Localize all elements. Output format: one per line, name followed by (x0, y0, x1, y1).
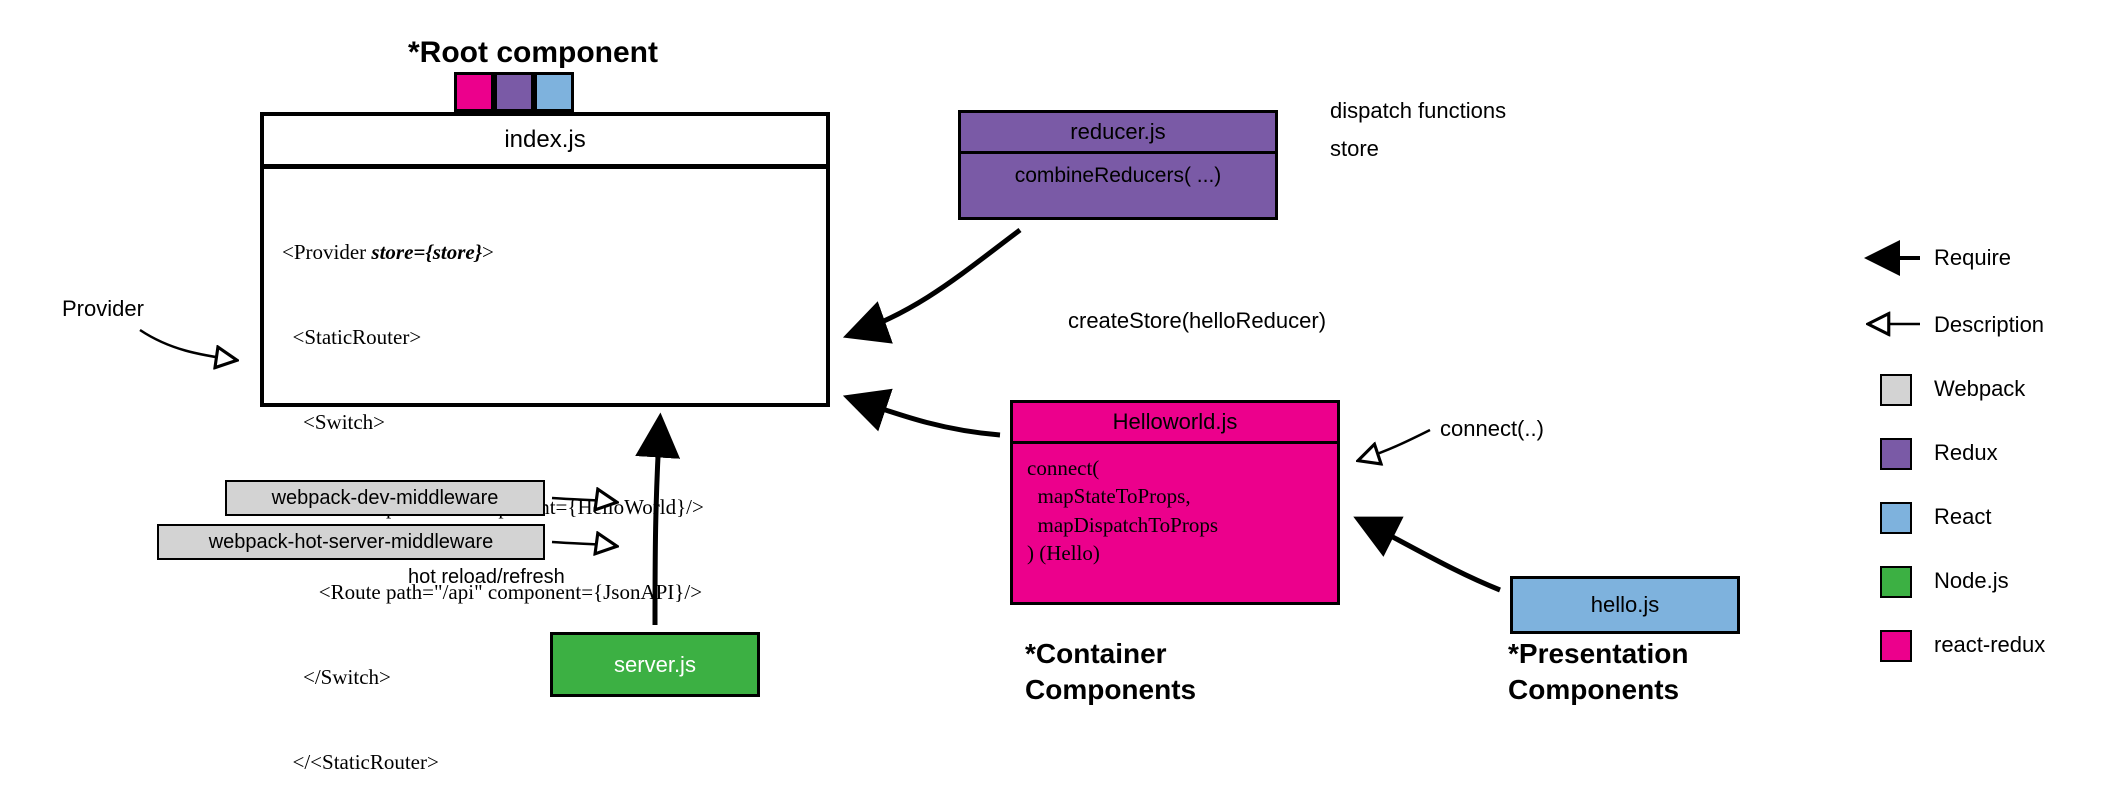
server-js-title: server.js (614, 652, 696, 678)
swatch-purple (494, 72, 534, 112)
webpack-dev-middleware-box: webpack-dev-middleware (225, 480, 545, 516)
legend-swatch-redux (1880, 438, 1912, 470)
legend-swatch-react (1880, 502, 1912, 534)
swatch-blue (534, 72, 574, 112)
code-line3: <Switch> (282, 408, 808, 436)
webpack-dev-middleware-label: webpack-dev-middleware (272, 487, 499, 510)
webpack-hot-server-middleware-box: webpack-hot-server-middleware (157, 524, 545, 560)
code-line7: </<StaticRouter> (282, 748, 808, 776)
arrow-provider-description (140, 330, 235, 360)
index-js-box: index.js <Provider store={store}> <Stati… (260, 112, 830, 407)
webpack-hot-server-middleware-label: webpack-hot-server-middleware (209, 531, 494, 554)
root-component-title: *Root component (408, 36, 658, 70)
swatch-magenta (454, 72, 494, 112)
legend-swatch-react-redux (1880, 630, 1912, 662)
legend-swatch-webpack (1880, 374, 1912, 406)
reducer-js-body: combineReducers( ...) (961, 154, 1275, 198)
code-line1c: > (482, 240, 494, 264)
provider-label: Provider (62, 296, 144, 322)
helloworld-js-body: connect( mapStateToProps, mapDispatchToP… (1013, 444, 1337, 577)
arrow-reducer-to-index (850, 230, 1020, 335)
legend-redux-label: Redux (1934, 440, 1998, 466)
legend-swatch-nodejs (1880, 566, 1912, 598)
legend-react-label: React (1934, 504, 1991, 530)
dispatch-functions-label: dispatch functions (1330, 98, 1506, 124)
store-label: store (1330, 136, 1379, 162)
legend-react-redux-label: react-redux (1934, 632, 2045, 658)
arrow-helloworld-to-index (850, 398, 1000, 435)
code-line1a: <Provider (282, 240, 371, 264)
legend-webpack-label: Webpack (1934, 376, 2025, 402)
code-line1b: store={store} (371, 240, 482, 264)
hello-js-title: hello.js (1591, 592, 1659, 618)
presentation-components-title: *Presentation Components (1508, 636, 1689, 709)
legend-require-label: Require (1934, 245, 2011, 271)
legend-description-label: Description (1934, 312, 2044, 338)
arrow-hello-to-helloworld (1360, 520, 1500, 590)
helloworld-js-title: Helloworld.js (1013, 403, 1337, 444)
reducer-js-box: reducer.js combineReducers( ...) (958, 110, 1278, 220)
connect-label: connect(..) (1440, 416, 1544, 442)
server-js-box: server.js (550, 632, 760, 697)
hot-reload-note: hot reload/refresh (408, 566, 565, 589)
container-components-title: *Container Components (1025, 636, 1196, 709)
legend-nodejs-label: Node.js (1934, 568, 2009, 594)
code-line2: <StaticRouter> (282, 323, 808, 351)
arrow-connect-description (1360, 430, 1430, 460)
helloworld-js-box: Helloworld.js connect( mapStateToProps, … (1010, 400, 1340, 605)
create-store-label: createStore(helloReducer) (1068, 308, 1326, 334)
hello-js-box: hello.js (1510, 576, 1740, 634)
index-js-title: index.js (264, 116, 826, 169)
reducer-js-title: reducer.js (961, 113, 1275, 154)
